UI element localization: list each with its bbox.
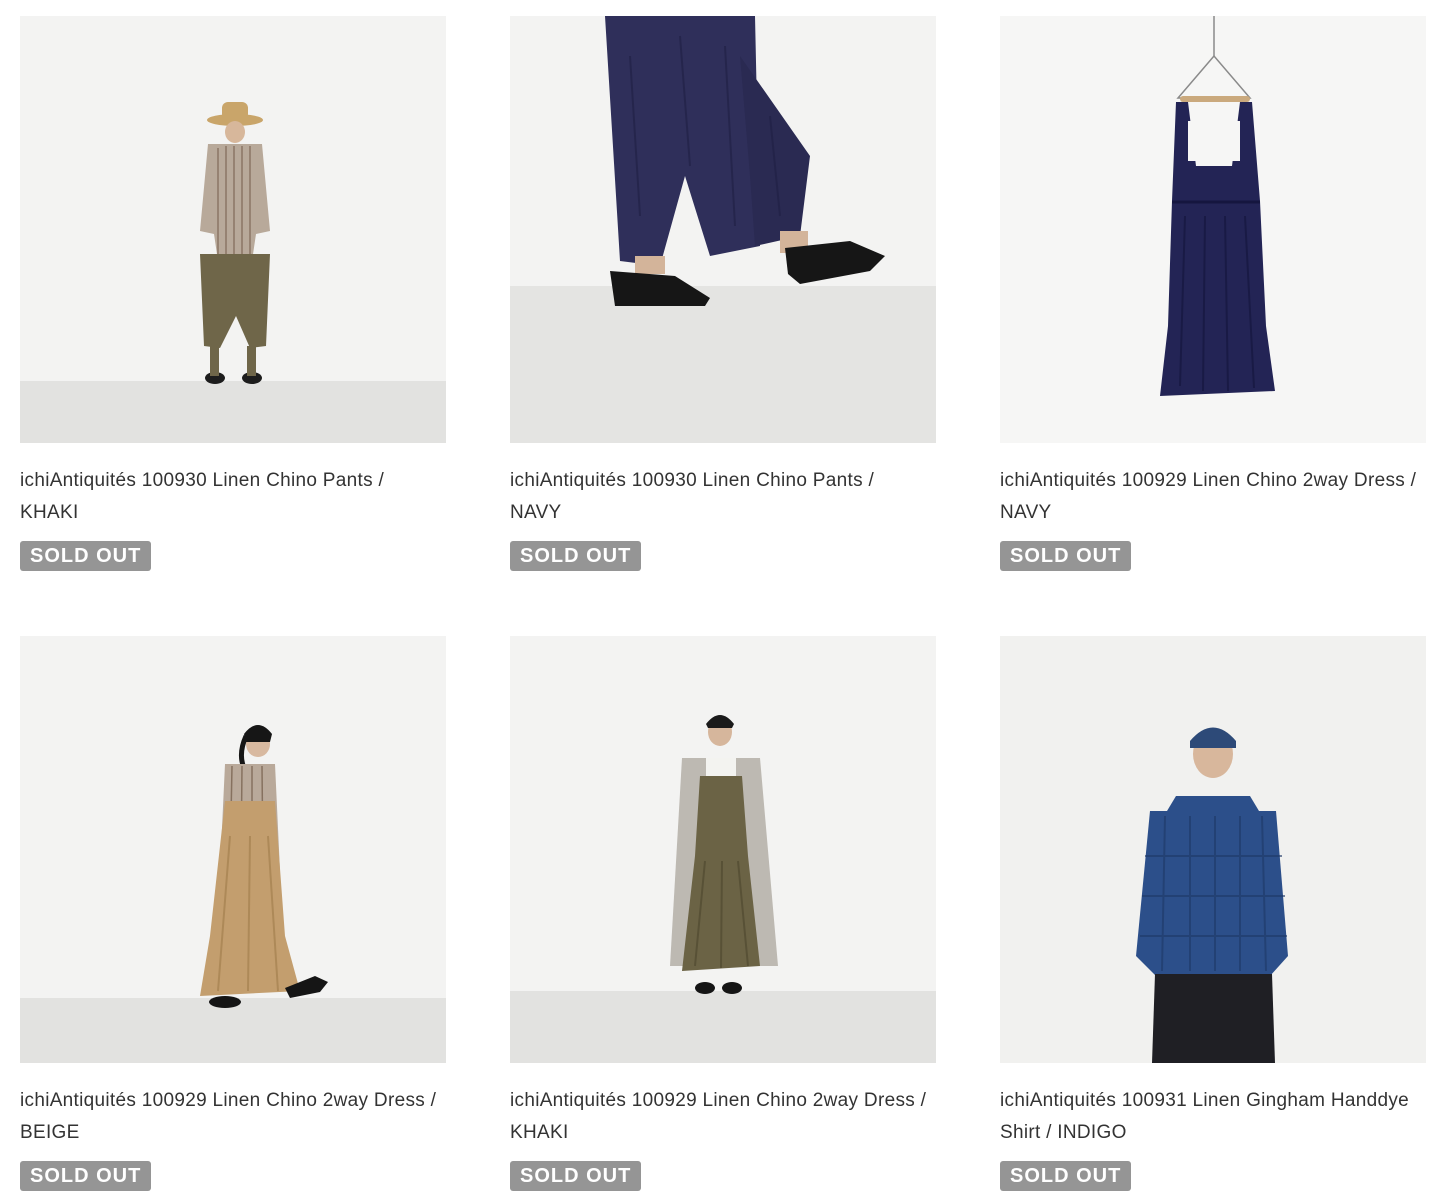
product-card[interactable]: ichiAntiquités 100929 Linen Chino 2way D… bbox=[1000, 16, 1428, 571]
sold-out-badge: SOLD OUT bbox=[1000, 1161, 1132, 1191]
product-title[interactable]: ichiAntiquités 100930 Linen Chino Pants … bbox=[20, 465, 440, 529]
product-image[interactable] bbox=[510, 636, 936, 1063]
model-khaki-pants-photo bbox=[20, 16, 446, 443]
product-card[interactable]: ichiAntiquités 100930 Linen Chino Pants … bbox=[20, 16, 448, 571]
sold-out-badge: SOLD OUT bbox=[20, 1161, 152, 1191]
product-title[interactable]: ichiAntiquités 100929 Linen Chino 2way D… bbox=[510, 1085, 930, 1149]
navy-dress-on-hanger-photo bbox=[1000, 16, 1426, 443]
product-title[interactable]: ichiAntiquités 100931 Linen Gingham Hand… bbox=[1000, 1085, 1420, 1149]
product-image[interactable] bbox=[1000, 16, 1426, 443]
product-card[interactable]: ichiAntiquités 100930 Linen Chino Pants … bbox=[510, 16, 938, 571]
product-title[interactable]: ichiAntiquités 100929 Linen Chino 2way D… bbox=[20, 1085, 440, 1149]
model-indigo-shirt-photo bbox=[1000, 636, 1426, 1063]
sold-out-badge: SOLD OUT bbox=[510, 1161, 642, 1191]
product-card[interactable]: ichiAntiquités 100929 Linen Chino 2way D… bbox=[20, 636, 448, 1191]
navy-pants-legs-photo bbox=[510, 16, 936, 443]
sold-out-badge: SOLD OUT bbox=[20, 541, 152, 571]
model-beige-dress-photo bbox=[20, 636, 446, 1063]
sold-out-badge: SOLD OUT bbox=[510, 541, 642, 571]
product-title[interactable]: ichiAntiquités 100930 Linen Chino Pants … bbox=[510, 465, 930, 529]
model-khaki-dress-photo bbox=[510, 636, 936, 1063]
product-image[interactable] bbox=[20, 636, 446, 1063]
product-image[interactable] bbox=[1000, 636, 1426, 1063]
product-image[interactable] bbox=[20, 16, 446, 443]
product-image[interactable] bbox=[510, 16, 936, 443]
product-card[interactable]: ichiAntiquités 100931 Linen Gingham Hand… bbox=[1000, 636, 1428, 1191]
product-card[interactable]: ichiAntiquités 100929 Linen Chino 2way D… bbox=[510, 636, 938, 1191]
product-title[interactable]: ichiAntiquités 100929 Linen Chino 2way D… bbox=[1000, 465, 1420, 529]
sold-out-badge: SOLD OUT bbox=[1000, 541, 1132, 571]
